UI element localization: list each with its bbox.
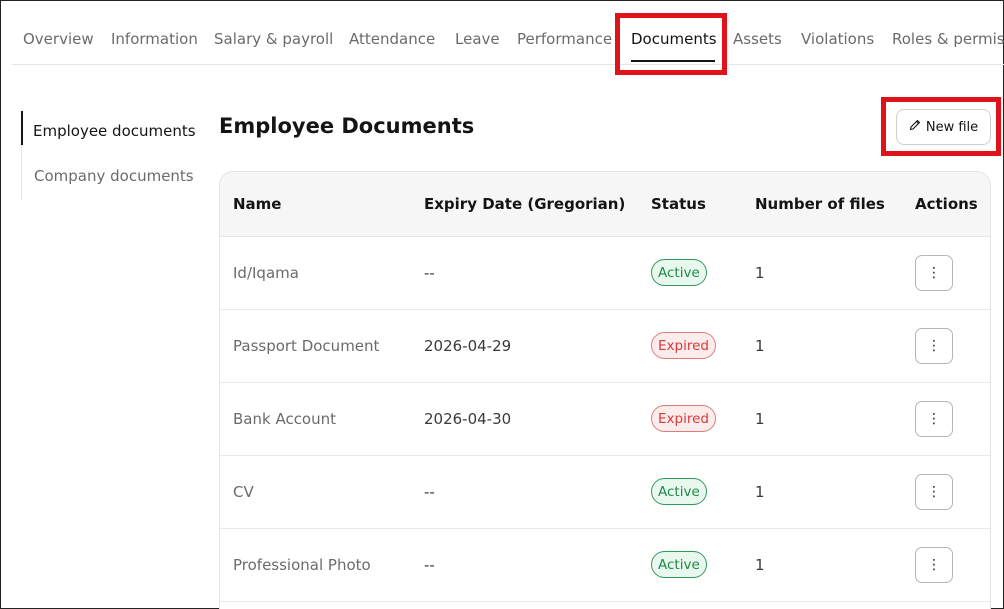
status-badge: Expired [651, 332, 716, 359]
actions-button[interactable]: ⋮ [915, 255, 953, 291]
column-header-expiry-date: Expiry Date (Gregorian) [424, 195, 626, 213]
document-name: Professional Photo [233, 556, 371, 574]
tab-overview[interactable]: Overview [23, 30, 94, 48]
document-name: CV [233, 483, 254, 501]
number-of-files: 1 [755, 556, 765, 574]
column-header-status: Status [651, 195, 706, 213]
table-row[interactable]: Bank Account 2026-04-30 Expired 1 ⋮ [220, 383, 990, 456]
side-nav-active-indicator [21, 111, 23, 145]
kebab-menu-icon: ⋮ [927, 338, 941, 354]
number-of-files: 1 [755, 483, 765, 501]
column-header-actions: Actions [915, 195, 978, 213]
side-nav-company-documents[interactable]: Company documents [34, 167, 194, 185]
column-header-number-of-files: Number of files [755, 195, 885, 213]
page-title: Employee Documents [219, 114, 475, 138]
side-nav: Employee documents Company documents [21, 111, 201, 200]
kebab-menu-icon: ⋮ [927, 484, 941, 500]
kebab-menu-icon: ⋮ [927, 265, 941, 281]
actions-button[interactable]: ⋮ [915, 401, 953, 437]
expiry-date: -- [424, 264, 435, 282]
table-row[interactable]: Passport Document 2026-04-29 Expired 1 ⋮ [220, 310, 990, 383]
number-of-files: 1 [755, 337, 765, 355]
document-name: Bank Account [233, 410, 337, 428]
status-badge: Expired [651, 405, 716, 432]
tab-roles-permissions[interactable]: Roles & permis [892, 30, 1004, 48]
tab-salary-payroll[interactable]: Salary & payroll [214, 30, 333, 48]
status-badge: Active [651, 259, 707, 286]
kebab-menu-icon: ⋮ [927, 557, 941, 573]
expiry-date: 2026-04-30 [424, 410, 512, 428]
highlight-box-documents-tab [615, 13, 727, 75]
highlight-box-new-file-button [881, 97, 1001, 156]
expiry-date: -- [424, 556, 435, 574]
kebab-menu-icon: ⋮ [927, 411, 941, 427]
document-name: Passport Document [233, 337, 380, 355]
status-badge: Active [651, 478, 707, 505]
expiry-date: -- [424, 483, 435, 501]
table-header: Name Expiry Date (Gregorian) Status Numb… [220, 172, 990, 237]
actions-button[interactable]: ⋮ [915, 547, 953, 583]
table-row[interactable]: Id/Iqama -- Active 1 ⋮ [220, 237, 990, 310]
table-row[interactable]: Professional Photo -- Active 1 ⋮ [220, 529, 990, 602]
tab-violations[interactable]: Violations [801, 30, 874, 48]
tab-performance[interactable]: Performance [517, 30, 612, 48]
tab-bar: Overview Information Salary & payroll At… [12, 0, 1004, 65]
tab-information[interactable]: Information [111, 30, 198, 48]
tab-assets[interactable]: Assets [733, 30, 782, 48]
column-header-name: Name [233, 195, 282, 213]
number-of-files: 1 [755, 410, 765, 428]
status-badge: Active [651, 551, 707, 578]
document-name: Id/Iqama [233, 264, 299, 282]
tab-attendance[interactable]: Attendance [349, 30, 435, 48]
tab-leave[interactable]: Leave [455, 30, 500, 48]
expiry-date: 2026-04-29 [424, 337, 512, 355]
actions-button[interactable]: ⋮ [915, 474, 953, 510]
documents-table: Name Expiry Date (Gregorian) Status Numb… [219, 171, 991, 609]
table-row[interactable]: CV -- Active 1 ⋮ [220, 456, 990, 529]
actions-button[interactable]: ⋮ [915, 328, 953, 364]
side-nav-employee-documents[interactable]: Employee documents [33, 122, 196, 140]
number-of-files: 1 [755, 264, 765, 282]
